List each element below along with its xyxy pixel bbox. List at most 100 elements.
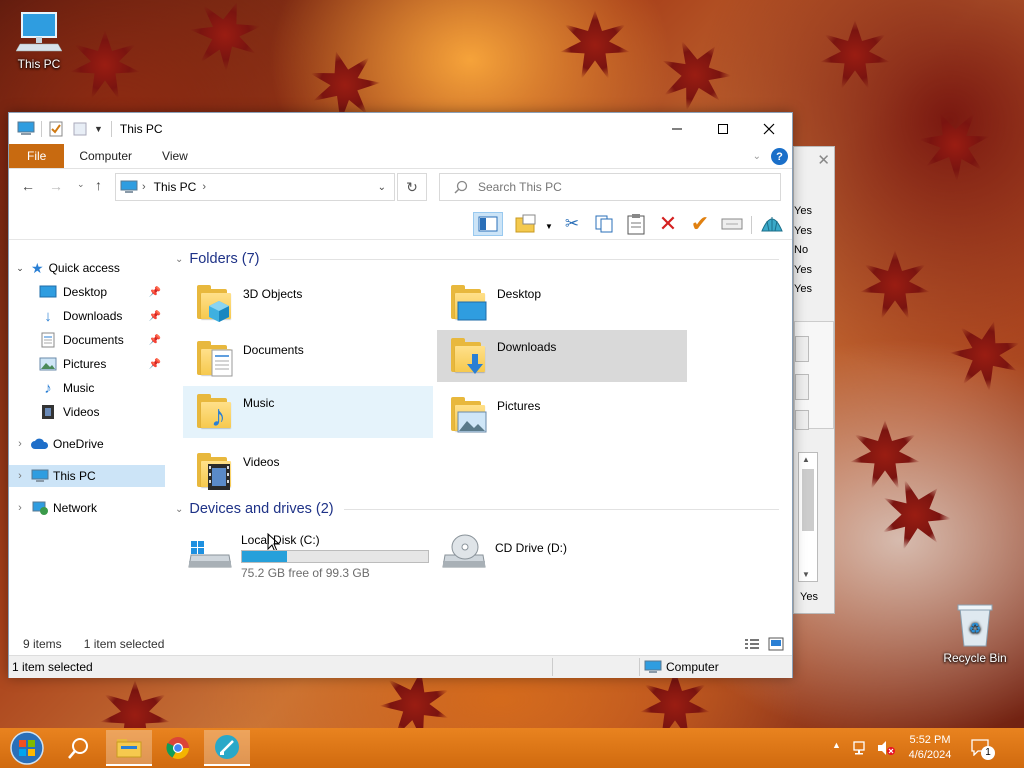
search-box[interactable]: Search This PC bbox=[439, 173, 781, 201]
cut-button[interactable]: ✂ bbox=[559, 212, 585, 236]
details-view-icon[interactable] bbox=[744, 637, 760, 651]
minimize-button[interactable] bbox=[654, 113, 700, 144]
tray-clock[interactable]: 5:52 PM 4/6/2024 bbox=[900, 733, 960, 763]
desktop-this-pc[interactable]: This PC bbox=[3, 10, 75, 71]
nav-item-documents[interactable]: Documents 📌 bbox=[9, 329, 165, 351]
address-bar[interactable]: › This PC › ⌄ bbox=[115, 173, 395, 201]
tab-view[interactable]: View bbox=[147, 144, 203, 168]
folder-label: Documents bbox=[243, 343, 304, 357]
dialog-close-icon[interactable]: ✕ bbox=[817, 151, 830, 169]
maximize-button[interactable] bbox=[700, 113, 746, 144]
drives-group-header[interactable]: ⌄ Devices and drives (2) bbox=[175, 501, 779, 517]
back-arrow-icon[interactable]: ← bbox=[21, 178, 35, 194]
properties-icon[interactable] bbox=[48, 121, 64, 137]
dialog-button[interactable] bbox=[795, 336, 809, 362]
expand-ribbon-icon[interactable]: ⌄ bbox=[753, 144, 761, 168]
tab-file[interactable]: File bbox=[9, 144, 65, 168]
chevron-down-icon[interactable]: ⌄ bbox=[175, 504, 183, 515]
desktop-recycle-bin[interactable]: ♻ Recycle Bin bbox=[938, 602, 1012, 665]
nav-item-downloads[interactable]: ↓ Downloads 📌 bbox=[9, 305, 165, 327]
folder-downloads[interactable]: Downloads bbox=[437, 330, 687, 382]
tray-overflow-icon[interactable]: ▲ bbox=[832, 740, 841, 750]
content-pane[interactable]: ⌄ Folders (7) 3D Objects Desktop Documen… bbox=[169, 241, 787, 631]
computer-icon bbox=[17, 121, 35, 135]
nav-network[interactable]: › Network bbox=[9, 497, 165, 519]
volume-muted-icon[interactable] bbox=[876, 740, 896, 756]
search-taskbar-button[interactable] bbox=[56, 730, 102, 766]
nav-item-pictures[interactable]: Pictures 📌 bbox=[9, 353, 165, 375]
rename-button[interactable]: ✔ bbox=[687, 211, 713, 236]
breadcrumb-chevron-icon[interactable]: › bbox=[202, 181, 206, 193]
nav-item-desktop[interactable]: Desktop 📌 bbox=[9, 281, 165, 303]
pin-icon[interactable]: 📌 bbox=[149, 311, 161, 322]
clock-date: 4/6/2024 bbox=[908, 749, 952, 761]
address-dropdown-icon[interactable]: ⌄ bbox=[378, 182, 386, 193]
paste-button[interactable] bbox=[623, 212, 649, 236]
drive-local-disk-c[interactable]: Local Disk (C:) 75.2 GB free of 99.3 GB bbox=[183, 527, 431, 583]
dialog-values: Yes Yes No Yes Yes bbox=[794, 205, 812, 303]
folder-documents[interactable]: Documents bbox=[183, 333, 431, 385]
close-button[interactable] bbox=[746, 113, 792, 144]
dialog-button[interactable] bbox=[795, 374, 809, 400]
properties-button[interactable] bbox=[513, 212, 539, 236]
folder-desktop[interactable]: Desktop bbox=[437, 277, 685, 329]
large-icons-view-icon[interactable] bbox=[768, 637, 784, 651]
pin-icon[interactable]: 📌 bbox=[149, 359, 161, 370]
nav-this-pc[interactable]: › This PC bbox=[9, 465, 165, 487]
up-arrow-icon[interactable]: ↑ bbox=[95, 177, 102, 193]
recent-locations-icon[interactable]: ⌄ bbox=[77, 179, 85, 190]
nav-quick-access[interactable]: ⌄ ★ Quick access bbox=[9, 257, 165, 279]
dialog-scrollbar[interactable]: ▲ ▼ bbox=[798, 452, 818, 582]
minimize-icon bbox=[672, 128, 682, 129]
computer-icon bbox=[15, 12, 63, 52]
folder-music[interactable]: ♪ Music bbox=[183, 386, 433, 438]
start-button[interactable] bbox=[4, 730, 50, 766]
chevron-down-icon[interactable]: ⌄ bbox=[9, 263, 31, 274]
properties-dropdown-icon[interactable]: ▼ bbox=[545, 222, 553, 231]
chevron-right-icon[interactable]: › bbox=[9, 502, 31, 514]
taskbar-chrome[interactable] bbox=[155, 730, 201, 766]
dialog-button[interactable] bbox=[795, 410, 809, 430]
action-center-button[interactable]: 1 bbox=[970, 738, 995, 760]
folder-videos[interactable]: Videos bbox=[183, 445, 431, 497]
new-folder-icon[interactable] bbox=[72, 121, 88, 137]
shell-button[interactable] bbox=[759, 212, 785, 236]
status-bar: 9 items 1 item selected bbox=[9, 633, 792, 655]
desktop-icon bbox=[457, 301, 487, 321]
chevron-right-icon[interactable]: › bbox=[9, 470, 31, 482]
network-tray-icon[interactable] bbox=[852, 740, 870, 756]
pin-icon[interactable]: 📌 bbox=[149, 335, 161, 346]
taskbar-file-explorer[interactable] bbox=[106, 730, 152, 766]
dialog-scroll-thumb[interactable] bbox=[802, 469, 814, 531]
search-icon bbox=[68, 738, 88, 759]
tab-computer[interactable]: Computer bbox=[64, 144, 147, 168]
nav-onedrive[interactable]: › OneDrive bbox=[9, 433, 165, 455]
folders-group-header[interactable]: ⌄ Folders (7) bbox=[175, 251, 779, 267]
chevron-down-icon[interactable]: ⌄ bbox=[175, 254, 183, 265]
folder-3d-objects[interactable]: 3D Objects bbox=[183, 277, 431, 329]
star-icon: ★ bbox=[31, 259, 44, 276]
quick-access-toolbar-dropdown-icon[interactable]: ▼ bbox=[94, 124, 103, 134]
computer-icon bbox=[120, 180, 138, 193]
folder-pictures[interactable]: Pictures bbox=[437, 389, 685, 441]
drive-cd-d[interactable]: CD Drive (D:) bbox=[437, 527, 685, 583]
ribbon-tabs: File Computer View ⌄ ? bbox=[9, 144, 792, 169]
nav-item-videos[interactable]: Videos bbox=[9, 401, 165, 423]
breadcrumb-chevron-icon[interactable]: › bbox=[142, 181, 146, 193]
navigation-pane[interactable]: ⌄ ★ Quick access Desktop 📌 ↓ Downloads 📌… bbox=[9, 241, 167, 631]
explorer-window[interactable]: ▼ This PC File Computer View ⌄ ? ← → ⌄ ↑ bbox=[8, 112, 793, 678]
title-bar[interactable]: ▼ This PC bbox=[9, 113, 792, 144]
taskbar-app[interactable] bbox=[204, 730, 250, 766]
breadcrumb-this-pc[interactable]: This PC bbox=[154, 180, 197, 194]
chevron-right-icon[interactable]: › bbox=[9, 438, 31, 450]
map-drive-button[interactable] bbox=[719, 212, 745, 236]
help-icon[interactable]: ? bbox=[771, 148, 788, 165]
pin-icon[interactable]: 📌 bbox=[149, 287, 161, 298]
nav-item-music[interactable]: ♪ Music bbox=[9, 377, 165, 399]
folder-label: Pictures bbox=[497, 399, 541, 413]
forward-arrow-icon[interactable]: → bbox=[49, 178, 63, 194]
copy-button[interactable] bbox=[591, 212, 617, 236]
preview-pane-button[interactable] bbox=[473, 212, 503, 236]
refresh-button[interactable]: ↻ bbox=[397, 173, 427, 201]
delete-button[interactable]: ✕ bbox=[655, 211, 681, 236]
